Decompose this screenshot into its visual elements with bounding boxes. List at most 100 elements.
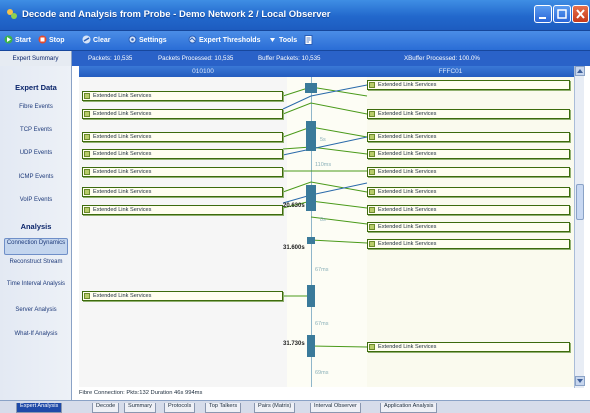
time-delta-label: 67ms — [315, 321, 329, 327]
frame-icon — [84, 111, 90, 117]
sidebar-item-reconstruct-stream[interactable]: Reconstruct Stream — [4, 259, 68, 266]
tab-protocols[interactable]: Protocols — [164, 403, 196, 413]
link-box-right[interactable]: Extended Link Services — [367, 149, 570, 159]
close-button[interactable] — [572, 5, 589, 23]
stop-button[interactable]: Stop — [38, 34, 70, 48]
link-box-right[interactable]: Extended Link Services — [367, 167, 570, 177]
frame-icon — [369, 344, 375, 350]
report-button[interactable] — [304, 34, 316, 48]
toolbar: Start Stop Clear Settings Expert Thresho… — [0, 31, 590, 51]
left-station-header: 010100 — [79, 66, 327, 77]
tab-expert-analysis[interactable]: Expert Analysis — [16, 403, 63, 413]
time-delta-label: 8s — [320, 217, 326, 223]
tab-application-analysis[interactable]: Application Analysis — [380, 403, 438, 413]
link-box-right[interactable]: Extended Link Services — [367, 132, 570, 142]
expert-data-heading: Expert Data — [15, 83, 57, 92]
window-title: Decode and Analysis from Probe - Demo Ne… — [22, 9, 331, 20]
frame-icon — [84, 207, 90, 213]
clear-button[interactable]: Clear — [82, 34, 122, 48]
tab-interval-observer[interactable]: Interval Observer — [310, 403, 361, 413]
sidebar-item-voip-events[interactable]: VoIP Events — [4, 197, 68, 204]
scroll-up-button[interactable] — [575, 66, 585, 76]
link-box-left[interactable]: Extended Link Services — [82, 291, 283, 301]
link-box-right[interactable]: Extended Link Services — [367, 205, 570, 215]
frame-icon — [369, 111, 375, 117]
tab-pairs-matrix[interactable]: Pairs (Matrix) — [254, 403, 296, 413]
frame-icon — [84, 169, 90, 175]
xbuffer-processed: XBuffer Processed: 100.0% — [404, 55, 480, 62]
link-box-right[interactable]: Extended Link Services — [367, 239, 570, 249]
frame-icon — [84, 134, 90, 140]
sidebar-item-connection-dynamics[interactable]: Connection Dynamics — [4, 238, 68, 255]
sidebar-item-icmp-events[interactable]: ICMP Events — [4, 174, 68, 181]
timestamp-label: 31.600s — [283, 245, 305, 251]
link-box-left[interactable]: Extended Link Services — [82, 91, 283, 101]
gear-icon — [128, 35, 137, 44]
scroll-down-button[interactable] — [575, 376, 585, 386]
maximize-icon — [557, 9, 567, 19]
sidebar-item-fibre-events[interactable]: Fibre Events — [4, 104, 68, 111]
scrollbar-thumb[interactable] — [576, 184, 584, 220]
info-bar: Expert Summary Packets: 10,535 Packets P… — [0, 51, 590, 66]
link-box-left[interactable]: Extended Link Services — [82, 149, 283, 159]
frame-icon — [84, 189, 90, 195]
tab-top-talkers[interactable]: Top Talkers — [205, 403, 242, 413]
chevron-down-icon — [270, 38, 275, 42]
document-icon — [304, 35, 313, 45]
tools-menu[interactable]: Tools — [268, 34, 300, 48]
expert-thresholds-button[interactable]: Expert Thresholds — [188, 34, 264, 48]
sidebar-item-what-if[interactable]: What-If Analysis — [4, 331, 68, 338]
frame-icon — [369, 134, 375, 140]
stop-icon — [38, 35, 47, 44]
app-window: Decode and Analysis from Probe - Demo Ne… — [0, 0, 590, 413]
frame-icon — [369, 169, 375, 175]
minimize-icon — [539, 17, 546, 19]
sidebar-item-tcp-events[interactable]: TCP Events — [4, 127, 68, 134]
buffer-packets: Buffer Packets: 10,535 — [258, 55, 321, 62]
link-box-right[interactable]: Extended Link Services — [367, 222, 570, 232]
timestamp-label: 20.630s — [283, 203, 305, 209]
play-icon — [4, 35, 13, 44]
sidebar-item-server-analysis[interactable]: Server Analysis — [4, 307, 68, 314]
timestamp-label: 31.730s — [283, 341, 305, 347]
expert-sidebar: Expert Data Fibre Events TCP Events UDP … — [0, 66, 72, 413]
link-box-left[interactable]: Extended Link Services — [82, 167, 283, 177]
chevron-up-icon — [577, 69, 583, 73]
frame-icon — [369, 207, 375, 213]
time-delta-label: 5s — [320, 137, 326, 143]
clear-icon — [82, 35, 91, 44]
chevron-down-icon — [577, 379, 583, 383]
sidebar-item-udp-events[interactable]: UDP Events — [4, 150, 68, 157]
link-box-left[interactable]: Extended Link Services — [82, 205, 283, 215]
minimize-button[interactable] — [534, 5, 552, 23]
thresholds-icon — [188, 35, 197, 44]
packets-count: Packets: 10,535 — [88, 55, 133, 62]
link-box-right[interactable]: Extended Link Services — [367, 187, 570, 197]
link-box-left[interactable]: Extended Link Services — [82, 132, 283, 142]
sidebar-item-time-interval[interactable]: Time Interval Analysis — [4, 281, 68, 288]
start-button[interactable]: Start — [4, 34, 36, 48]
bottom-tab-bar: Expert Analysis Decode Summary Protocols… — [0, 400, 590, 413]
title-bar: Decode and Analysis from Probe - Demo Ne… — [0, 0, 590, 31]
link-box-right[interactable]: Extended Link Services — [367, 109, 570, 119]
link-box-left[interactable]: Extended Link Services — [82, 187, 283, 197]
frame-icon — [369, 241, 375, 247]
frame-icon — [84, 93, 90, 99]
frame-icon — [369, 151, 375, 157]
settings-button[interactable]: Settings — [128, 34, 178, 48]
frame-icon — [369, 224, 375, 230]
connection-status: Fibre Connection: Pkts:132 Duration 46s … — [79, 390, 203, 396]
tab-decode[interactable]: Decode — [92, 403, 120, 413]
connection-dynamics-graph[interactable]: Extended Link Services Extended Link Ser… — [79, 77, 574, 387]
right-station-header: FFFC01 — [327, 66, 574, 77]
app-logo-icon — [7, 9, 17, 19]
connection-links — [282, 83, 368, 357]
link-box-left[interactable]: Extended Link Services — [82, 109, 283, 119]
expert-summary-button[interactable]: Expert Summary — [0, 51, 72, 66]
tab-summary[interactable]: Summary — [124, 403, 156, 413]
vertical-scrollbar[interactable] — [574, 66, 585, 388]
link-box-right[interactable]: Extended Link Services — [367, 342, 570, 352]
link-box-right[interactable]: Extended Link Services — [367, 80, 570, 90]
maximize-button[interactable] — [553, 5, 571, 23]
frame-icon — [369, 189, 375, 195]
